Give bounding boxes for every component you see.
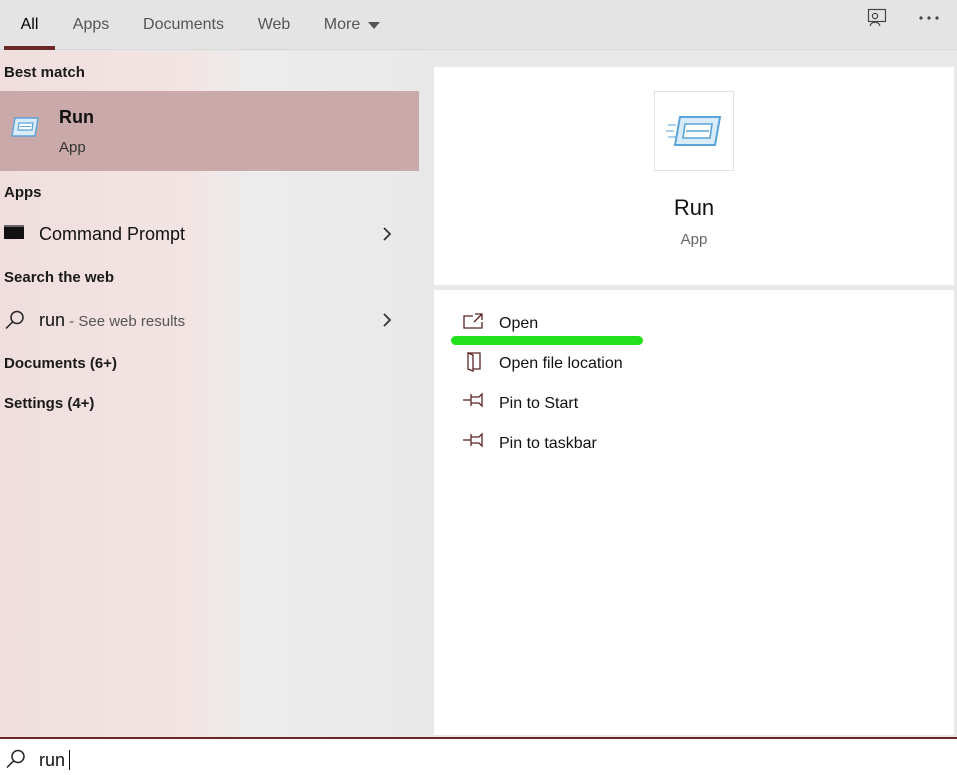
preview-app-title: Run bbox=[673, 195, 715, 220]
preview-header: Run App bbox=[434, 67, 954, 285]
action-pin-to-start[interactable]: Pin to Start bbox=[434, 386, 954, 422]
tab-apps-label: Apps bbox=[72, 16, 110, 33]
tab-documents[interactable]: Documents bbox=[136, 0, 231, 50]
preview-actions: Open Open file location Pin to Start Pin… bbox=[434, 290, 954, 735]
preview-app-subtitle: App bbox=[680, 231, 708, 248]
action-pin-to-taskbar-label: Pin to taskbar bbox=[499, 435, 597, 452]
text-cursor bbox=[69, 750, 71, 770]
search-tab-bar: All Apps Documents Web More bbox=[0, 0, 957, 50]
action-open-file-location-label: Open file location bbox=[499, 355, 623, 372]
tab-documents-label: Documents bbox=[143, 16, 224, 33]
web-result-query: run bbox=[39, 310, 66, 330]
more-options-icon[interactable] bbox=[909, 0, 949, 36]
apps-header: Apps bbox=[4, 184, 42, 201]
command-prompt-icon bbox=[4, 223, 24, 246]
results-pane: Best match Run App Apps Command Prompt S… bbox=[0, 51, 419, 737]
app-result-label: Command Prompt bbox=[39, 224, 186, 244]
web-header: Search the web bbox=[4, 269, 115, 286]
file-location-icon bbox=[462, 352, 484, 377]
annotation-highlight bbox=[451, 336, 643, 345]
chevron-down-icon bbox=[368, 21, 381, 29]
chevron-right-icon[interactable] bbox=[382, 312, 392, 333]
best-match-header: Best match bbox=[4, 64, 85, 81]
search-input-value: run bbox=[39, 750, 66, 770]
best-match-subtitle: App bbox=[59, 139, 86, 156]
pin-icon bbox=[462, 392, 484, 413]
documents-category[interactable]: Documents (6+) bbox=[4, 355, 117, 372]
web-result-label: run - See web results bbox=[39, 310, 185, 331]
search-icon bbox=[4, 309, 26, 336]
open-icon bbox=[462, 312, 484, 335]
run-app-icon bbox=[654, 91, 734, 171]
feedback-icon[interactable] bbox=[857, 0, 897, 36]
best-match-title: Run bbox=[59, 107, 94, 127]
tab-more[interactable]: More bbox=[316, 0, 388, 50]
action-pin-to-taskbar[interactable]: Pin to taskbar bbox=[434, 426, 954, 462]
web-result-run[interactable]: run - See web results bbox=[0, 300, 419, 340]
action-pin-to-start-label: Pin to Start bbox=[499, 395, 579, 412]
tab-apps[interactable]: Apps bbox=[66, 0, 116, 50]
web-result-suffix: - See web results bbox=[65, 313, 186, 330]
run-app-icon bbox=[10, 115, 40, 144]
search-box[interactable]: run bbox=[0, 737, 957, 775]
settings-category[interactable]: Settings (4+) bbox=[4, 395, 94, 412]
pin-icon bbox=[462, 432, 484, 453]
best-match-run[interactable]: Run App bbox=[0, 91, 419, 171]
chevron-right-icon[interactable] bbox=[382, 226, 392, 247]
tab-web[interactable]: Web bbox=[252, 0, 296, 50]
tab-all[interactable]: All bbox=[4, 0, 55, 50]
tab-web-label: Web bbox=[257, 16, 291, 33]
action-open-file-location[interactable]: Open file location bbox=[434, 346, 954, 382]
search-input[interactable]: run bbox=[39, 750, 71, 771]
action-open-label: Open bbox=[499, 315, 539, 332]
app-result-command-prompt[interactable]: Command Prompt bbox=[0, 214, 419, 254]
search-icon bbox=[5, 748, 27, 775]
tab-all-label: All bbox=[20, 16, 39, 33]
tab-more-label: More bbox=[323, 16, 361, 33]
